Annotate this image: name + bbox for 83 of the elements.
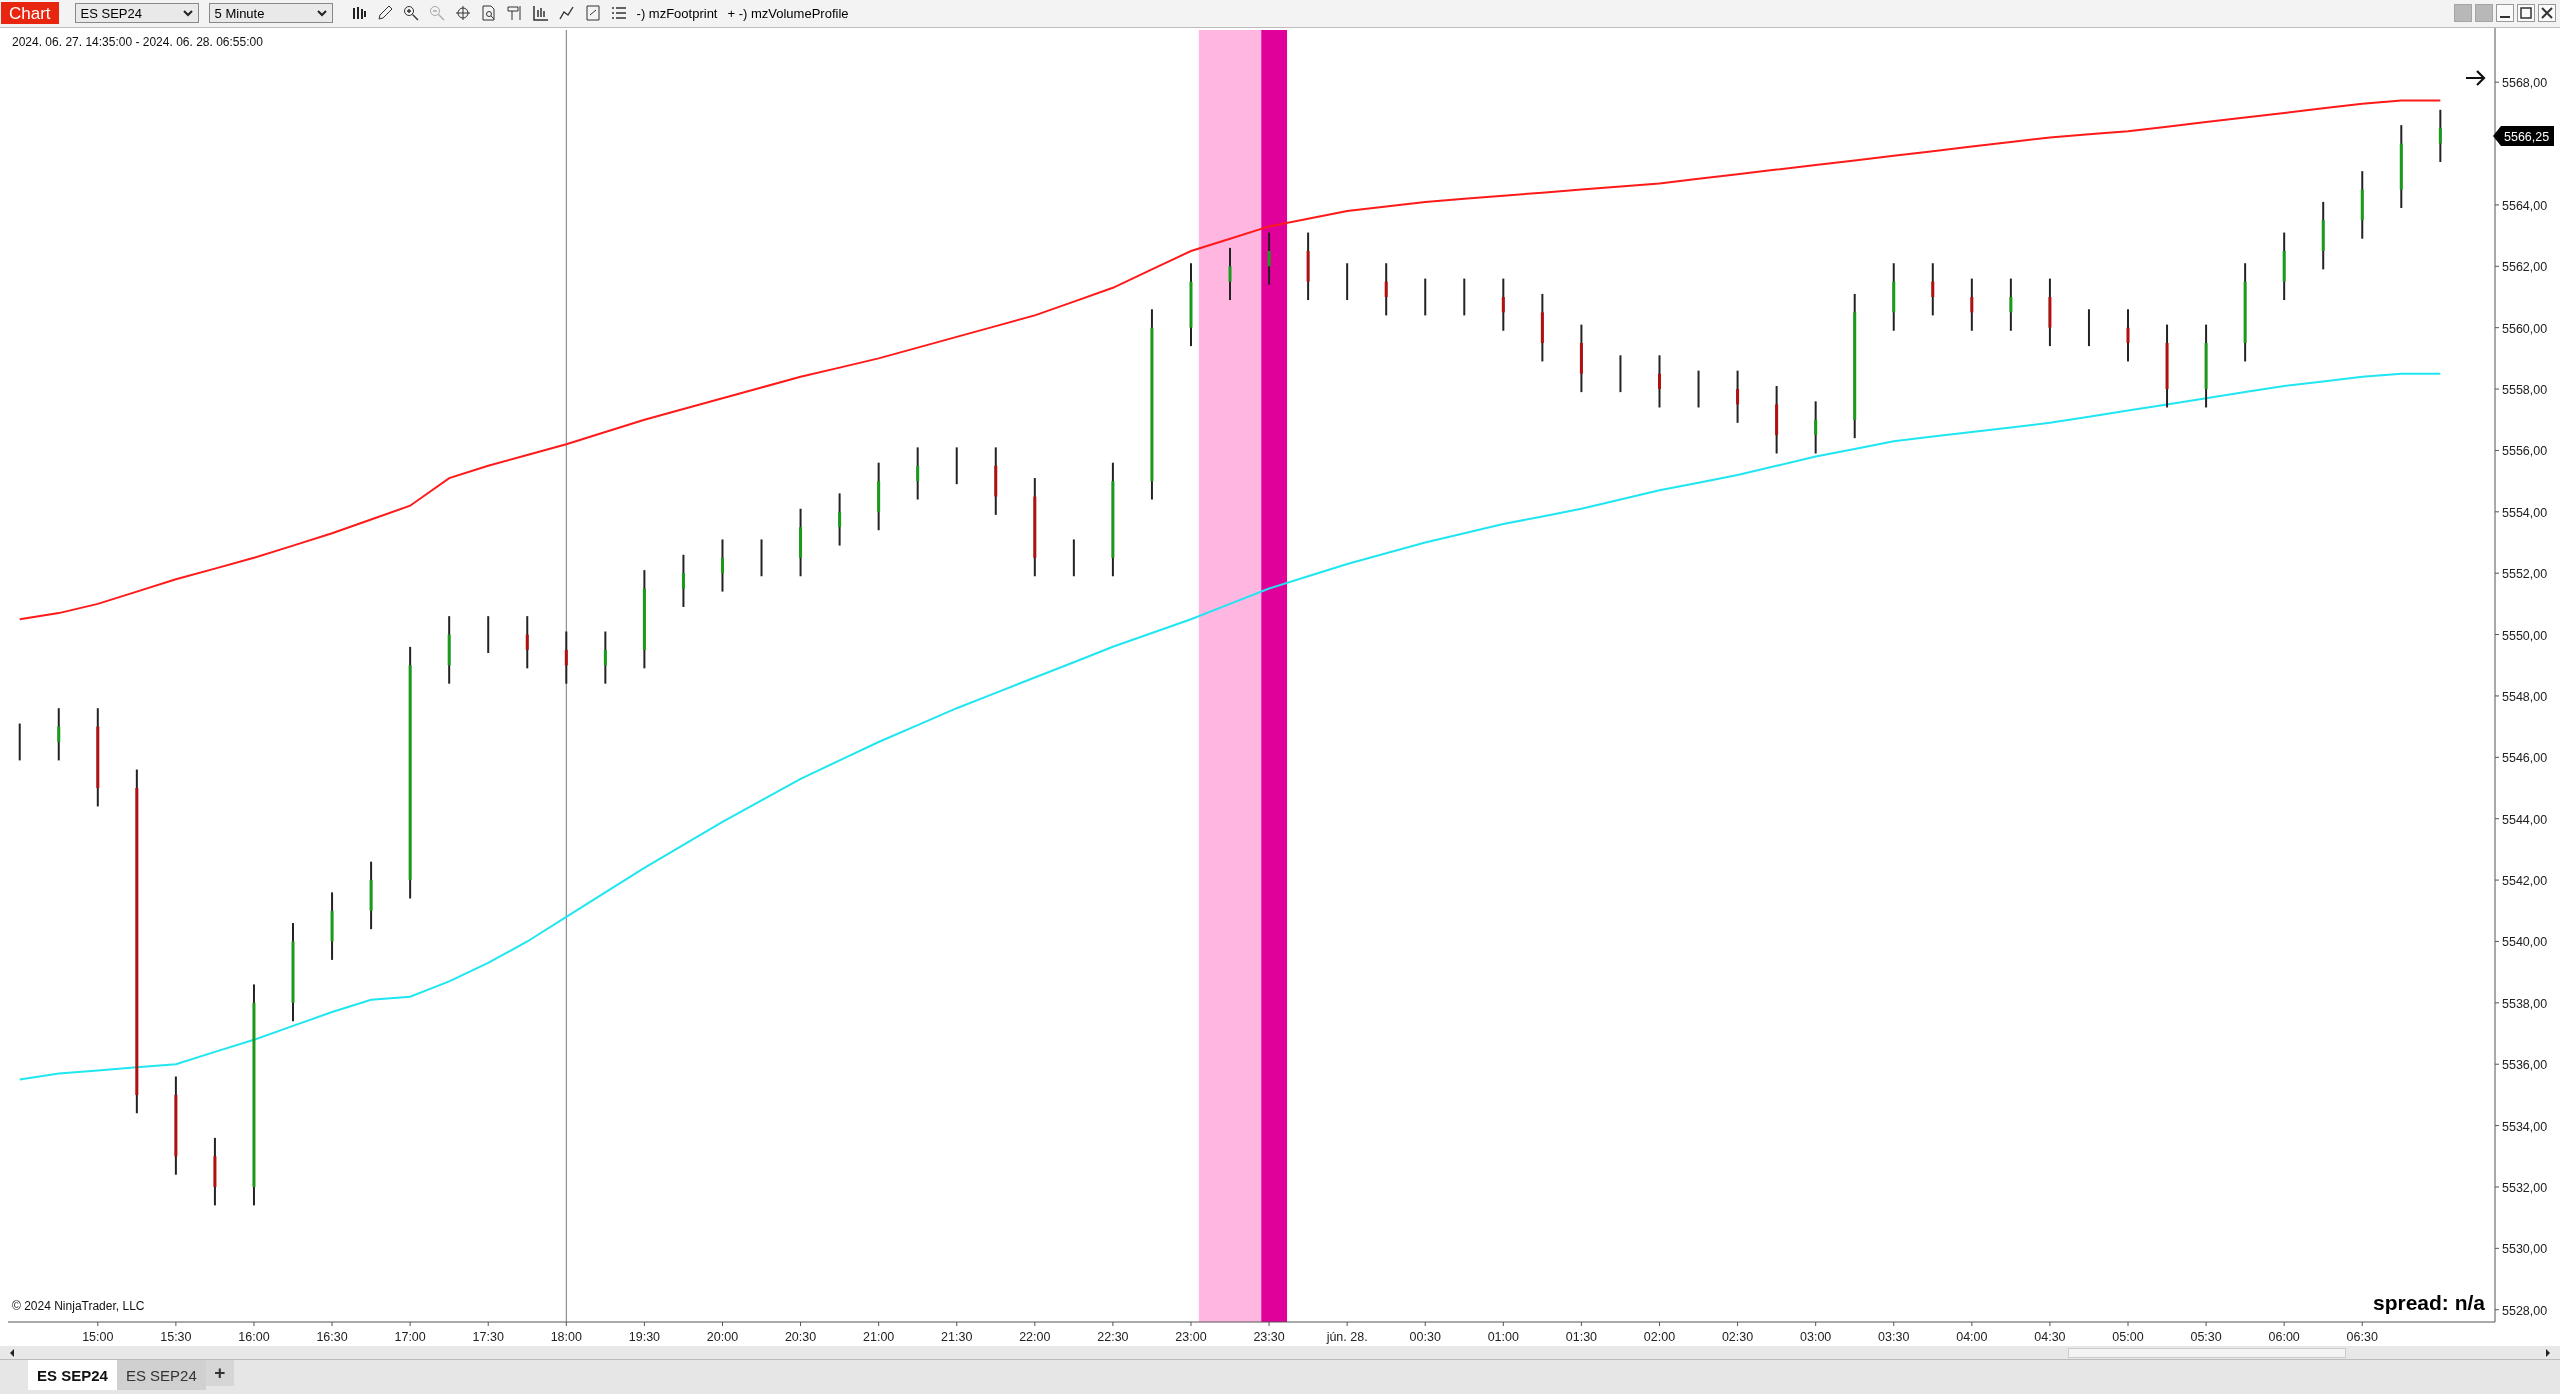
bar-chart-icon[interactable] [350,5,367,22]
caret-icon [316,9,327,17]
time-axis-label: 19:30 [628,1329,661,1344]
time-axis-label: 04:30 [2034,1329,2066,1344]
window-tile-icon[interactable] [2475,4,2493,23]
time-axis-label: 03:00 [1800,1329,1832,1344]
time-axis-label: 17:00 [394,1329,426,1344]
price-axis-label: 5562,00 [2502,259,2548,274]
price-axis-label: 5560,00 [2502,321,2548,336]
price-axis-label: 5568,00 [2502,75,2548,90]
frame-icon[interactable] [506,5,523,22]
date-range-label: 2024. 06. 27. 14:35:00 - 2024. 06. 28. 06:55:00 [12,34,263,49]
window-tile-icon[interactable] [2454,4,2472,23]
time-axis-label: 16:30 [316,1329,348,1344]
caret-icon [182,9,193,17]
chart-tab[interactable]: ES SEP24 [28,1360,117,1391]
scroll-right-icon[interactable] [2544,1347,2552,1358]
time-axis-label: 21:00 [863,1329,895,1344]
price-axis-label: 5550,00 [2502,628,2548,643]
time-axis-label: 06:00 [2268,1329,2300,1344]
scrollbar-thumb[interactable] [2068,1347,2346,1358]
copyright-text: © 2024 NinjaTrader, LLC [12,1298,145,1313]
time-axis-label: 01:00 [1487,1329,1519,1344]
crosshair-icon[interactable] [454,5,471,22]
indicator-label[interactable]: + -) mzVolumeProfile [727,5,849,21]
price-axis-label: 5542,00 [2502,873,2548,888]
time-axis-label: 23:00 [1175,1329,1207,1344]
chart-tab[interactable]: ES SEP24 [116,1360,206,1391]
line-chart-icon[interactable] [558,5,575,22]
price-axis-label: 5532,00 [2502,1180,2548,1195]
price-axis-label: 5552,00 [2502,566,2548,581]
time-axis-label: 17:30 [472,1329,504,1344]
spread-label: spread: n/a [2372,1290,2485,1314]
right-arrow-icon[interactable] [2464,69,2486,86]
add-tab-button[interactable]: + [205,1360,234,1387]
chart-panel-icon[interactable] [532,5,549,22]
time-axis-label: 04:00 [1956,1329,1988,1344]
time-axis-label: 20:30 [784,1329,817,1344]
indicator-label[interactable]: -) mzFootprint [636,5,718,21]
close-icon[interactable] [2538,4,2556,23]
price-axis-label: 5558,00 [2502,382,2548,397]
time-axis-label: 05:30 [2190,1329,2222,1344]
time-axis-label: 03:30 [1878,1329,1910,1344]
price-axis-label: 5564,00 [2502,198,2548,213]
instrument-dropdown[interactable]: ES SEP24 [74,3,199,24]
price-axis-label: 5530,00 [2502,1242,2548,1256]
price-axis-label: 5536,00 [2502,1057,2548,1072]
time-axis-label: jún. 28. [1326,1329,1368,1344]
time-axis-label: 05:00 [2112,1329,2144,1344]
time-axis-label: 15:30 [160,1329,192,1344]
list-icon[interactable] [610,5,627,22]
last-price-marker: 5566,25 [2493,125,2554,146]
time-axis-label: 06:30 [2346,1329,2378,1344]
time-axis-label: 01:30 [1565,1329,1598,1344]
scroll-left-icon[interactable] [8,1347,16,1358]
zoom-in-icon[interactable] [402,5,419,22]
document-search-icon[interactable] [480,5,497,22]
time-axis-label: 22:00 [1019,1329,1051,1344]
price-axis-label: 5548,00 [2502,689,2548,704]
price-axis-label: 5544,00 [2502,812,2548,827]
price-axis-label: 5538,00 [2502,996,2548,1011]
price-axis-label: 5554,00 [2502,505,2548,520]
time-axis-label: 00:30 [1409,1329,1441,1344]
pencil-icon[interactable] [376,5,393,22]
time-axis-label: 18:00 [550,1329,582,1344]
time-axis-label: 21:30 [941,1329,973,1344]
time-axis-label: 02:30 [1721,1329,1754,1344]
time-axis-label: 15:00 [82,1329,114,1344]
interval-dropdown[interactable]: 5 Minute [208,3,333,24]
time-axis-label: 02:00 [1643,1329,1676,1344]
maximize-icon[interactable] [2517,4,2535,23]
price-axis-label: 5540,00 [2502,935,2548,950]
time-axis-label: 23:30 [1253,1329,1285,1344]
time-axis-label: 20:00 [706,1329,739,1344]
template-icon[interactable] [584,5,601,22]
time-axis-label: 16:00 [238,1329,270,1344]
price-axis-label: 5546,00 [2502,750,2548,765]
price-axis-label: 5528,00 [2502,1303,2548,1318]
minimize-icon[interactable] [2496,4,2514,23]
price-axis-label: 5534,00 [2502,1119,2548,1134]
price-axis-label: 5556,00 [2502,444,2548,459]
chart-label[interactable]: Chart [1,2,59,25]
time-axis-label: 22:30 [1097,1329,1129,1344]
